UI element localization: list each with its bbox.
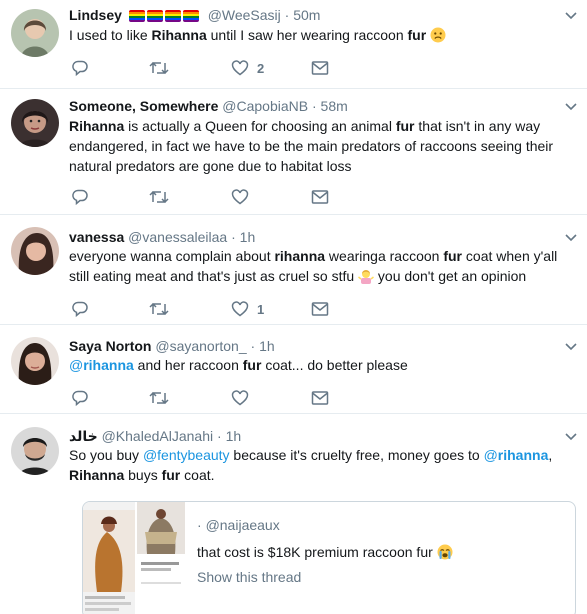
- separator-dot: ·: [311, 98, 317, 114]
- avatar[interactable]: [11, 99, 59, 147]
- tweet-text: I used to like Rihanna until I saw her w…: [69, 25, 569, 45]
- tweet-vanessa[interactable]: vanessa @vanessaleilaa · 1h everyone wan…: [0, 215, 587, 325]
- separator-dot: ·: [284, 7, 290, 23]
- separator-dot: ·: [231, 229, 236, 245]
- avatar[interactable]: [11, 9, 59, 57]
- username[interactable]: @WeeSasij: [208, 7, 281, 23]
- tweet-lindsey[interactable]: Lindsey @WeeSasij · 50m I used to like R…: [0, 0, 587, 89]
- separator-dot: ·: [250, 338, 256, 354]
- username[interactable]: @CapobiaNB: [222, 98, 308, 114]
- heart-icon: [231, 389, 249, 407]
- like-count: 2: [257, 60, 265, 76]
- direct-message-button[interactable]: [311, 187, 329, 207]
- display-name[interactable]: vanessa: [69, 229, 124, 245]
- like-button[interactable]: [231, 187, 249, 207]
- display-name[interactable]: Lindsey: [69, 7, 122, 23]
- display-name[interactable]: خالد: [69, 428, 98, 444]
- envelope-icon: [311, 301, 329, 317]
- direct-message-button[interactable]: [311, 388, 329, 408]
- tweet-actions: [71, 388, 341, 408]
- envelope-icon: [311, 60, 329, 76]
- reply-button[interactable]: [71, 388, 89, 408]
- tweet-someone-somewhere[interactable]: Someone, Somewhere @CapobiaNB · 58m Riha…: [0, 89, 587, 215]
- tweet-text: So you buy @fentybeauty because it's cru…: [69, 447, 553, 483]
- tweet-actions: [71, 187, 341, 207]
- reply-button[interactable]: [71, 299, 89, 319]
- retweet-button[interactable]: [149, 58, 169, 78]
- quoted-header: · @naijaeaux: [197, 517, 280, 533]
- reply-button[interactable]: [71, 58, 89, 78]
- retweet-icon: [149, 59, 169, 77]
- woman-shrugging-icon: [358, 268, 375, 284]
- tweet-actions: 2: [71, 58, 341, 78]
- username[interactable]: @sayanorton_: [155, 338, 246, 354]
- reply-icon: [71, 188, 89, 206]
- heart-icon: [231, 188, 249, 206]
- retweet-icon: [149, 389, 169, 407]
- envelope-icon: [311, 189, 329, 205]
- quoted-username[interactable]: @naijaeaux: [206, 517, 280, 533]
- retweet-button[interactable]: [149, 187, 169, 207]
- like-count: 1: [257, 301, 265, 317]
- separator-dot: ·: [217, 428, 222, 444]
- show-thread-link[interactable]: Show this thread: [197, 569, 301, 585]
- retweet-icon: [149, 188, 169, 206]
- username[interactable]: @KhaledAlJanahi: [102, 428, 214, 444]
- timestamp[interactable]: 1h: [226, 428, 242, 444]
- envelope-icon: [311, 390, 329, 406]
- chevron-down-icon[interactable]: [565, 103, 577, 111]
- chevron-down-icon[interactable]: [565, 12, 577, 20]
- tweet-text: @rihanna and her raccoon fur coat... do …: [69, 357, 408, 373]
- timestamp[interactable]: 1h: [259, 338, 275, 354]
- reply-icon: [71, 389, 89, 407]
- like-button[interactable]: 1: [231, 299, 264, 319]
- slightly-frowning-face-icon: [430, 27, 446, 43]
- like-button[interactable]: [231, 388, 249, 408]
- rainbow-flags-emoji: [128, 8, 201, 26]
- tweet-text: Rihanna is actually a Queen for choosing…: [69, 118, 554, 174]
- chevron-down-icon[interactable]: [565, 343, 577, 351]
- timestamp[interactable]: 50m: [293, 7, 320, 23]
- chevron-down-icon[interactable]: [565, 433, 577, 441]
- tweet-actions: 1: [71, 299, 341, 319]
- timestamp[interactable]: 58m: [321, 98, 348, 114]
- tweet-text-tail: you don't get an opinion: [374, 268, 527, 284]
- display-name[interactable]: Someone, Somewhere: [69, 98, 218, 114]
- reply-icon: [71, 300, 89, 318]
- avatar[interactable]: [11, 227, 59, 275]
- avatar[interactable]: [11, 337, 59, 385]
- quoted-image-2[interactable]: [137, 502, 185, 614]
- heart-icon: [231, 300, 249, 318]
- reply-button[interactable]: [71, 187, 89, 207]
- direct-message-button[interactable]: [311, 58, 329, 78]
- quoted-tweet[interactable]: · @naijaeaux that cost is $18K premium r…: [82, 501, 576, 614]
- loudly-crying-face-icon: [437, 544, 453, 560]
- direct-message-button[interactable]: [311, 299, 329, 319]
- like-button[interactable]: 2: [231, 58, 264, 78]
- retweet-button[interactable]: [149, 388, 169, 408]
- retweet-icon: [149, 300, 169, 318]
- tweet-text: everyone wanna complain about rihanna we…: [69, 248, 558, 284]
- timestamp[interactable]: 1h: [240, 229, 256, 245]
- quoted-image-1[interactable]: [83, 502, 135, 614]
- quoted-text: that cost is $18K premium raccoon fur: [197, 544, 453, 560]
- chevron-down-icon[interactable]: [565, 234, 577, 242]
- tweet-khaled[interactable]: خالد @KhaledAlJanahi · 1h So you buy @fe…: [0, 414, 587, 614]
- heart-icon: [231, 59, 249, 77]
- tweet-saya-norton[interactable]: Saya Norton @sayanorton_ · 1h @rihanna a…: [0, 325, 587, 414]
- avatar[interactable]: [11, 427, 59, 475]
- display-name[interactable]: Saya Norton: [69, 338, 151, 354]
- reply-icon: [71, 59, 89, 77]
- username[interactable]: @vanessaleilaa: [128, 229, 227, 245]
- tweet-feed: Lindsey @WeeSasij · 50m I used to like R…: [0, 0, 587, 614]
- retweet-button[interactable]: [149, 299, 169, 319]
